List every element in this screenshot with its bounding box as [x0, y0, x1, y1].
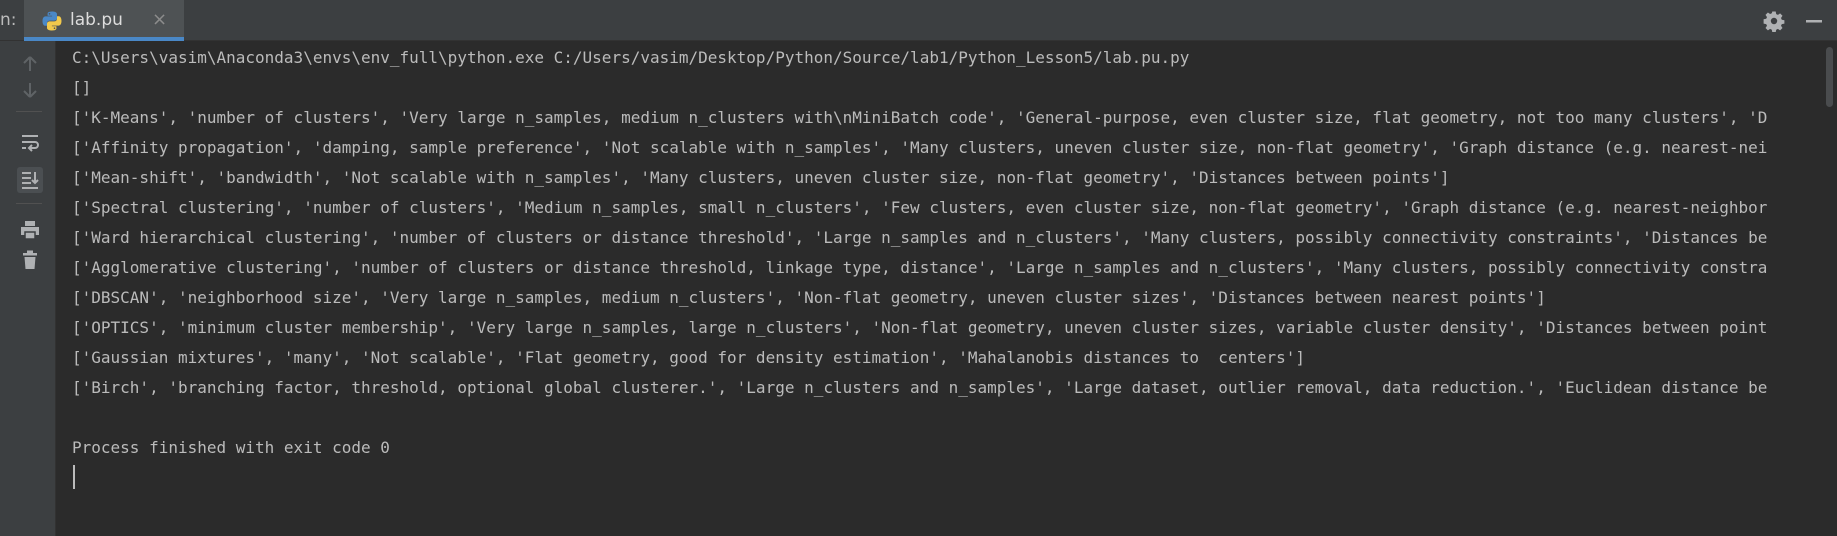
tab-close-button[interactable]: ×	[152, 9, 167, 30]
console-line: ['Gaussian mixtures', 'many', 'Not scala…	[72, 348, 1305, 367]
console-line: ['Agglomerative clustering', 'number of …	[72, 258, 1768, 277]
run-tab-bar: n: lab.pu ×	[0, 0, 1837, 41]
console-line: ['K-Means', 'number of clusters', 'Very …	[72, 108, 1768, 127]
print-icon[interactable]	[17, 217, 43, 243]
console-command-line: C:\Users\vasim\Anaconda3\envs\env_full\p…	[72, 48, 1190, 67]
python-file-icon	[41, 10, 63, 32]
console-output[interactable]: C:\Users\vasim\Anaconda3\envs\env_full\p…	[56, 41, 1837, 536]
console-line: ['DBSCAN', 'neighborhood size', 'Very la…	[72, 288, 1546, 307]
soft-wrap-icon[interactable]	[17, 129, 43, 155]
console-line: ['Birch', 'branching factor, threshold, …	[72, 378, 1768, 397]
console-line: ['OPTICS', 'minimum cluster membership',…	[72, 318, 1768, 337]
gear-icon[interactable]	[1761, 8, 1787, 34]
run-tool-window: n: lab.pu × C:\Users\vasim\Anaconda3\env…	[0, 0, 1837, 536]
console-line: []	[72, 78, 92, 97]
text-caret	[73, 465, 75, 489]
process-exit-message: Process finished with exit code 0	[72, 438, 390, 457]
console-line: ['Affinity propagation', 'damping, sampl…	[72, 138, 1768, 157]
tab-bar-actions	[1761, 8, 1827, 34]
console-line: ['Mean-shift', 'bandwidth', 'Not scalabl…	[72, 168, 1450, 187]
vertical-scrollbar[interactable]	[1826, 47, 1833, 107]
toolbar-divider	[16, 111, 42, 112]
console-line: ['Ward hierarchical clustering', 'number…	[72, 228, 1768, 247]
arrow-up-icon[interactable]	[17, 51, 43, 77]
tab-title: lab.pu	[70, 10, 123, 30]
console-line: ['Spectral clustering', 'number of clust…	[72, 198, 1768, 217]
scroll-to-end-icon[interactable]	[17, 167, 43, 193]
toolbar-divider	[16, 203, 42, 204]
console-toolbar	[0, 41, 56, 536]
trash-icon[interactable]	[17, 247, 43, 273]
tool-window-label: n:	[0, 10, 17, 30]
arrow-down-icon[interactable]	[17, 77, 43, 103]
minimize-icon[interactable]	[1801, 8, 1827, 34]
tab-lab-pu[interactable]: lab.pu ×	[24, 0, 184, 41]
